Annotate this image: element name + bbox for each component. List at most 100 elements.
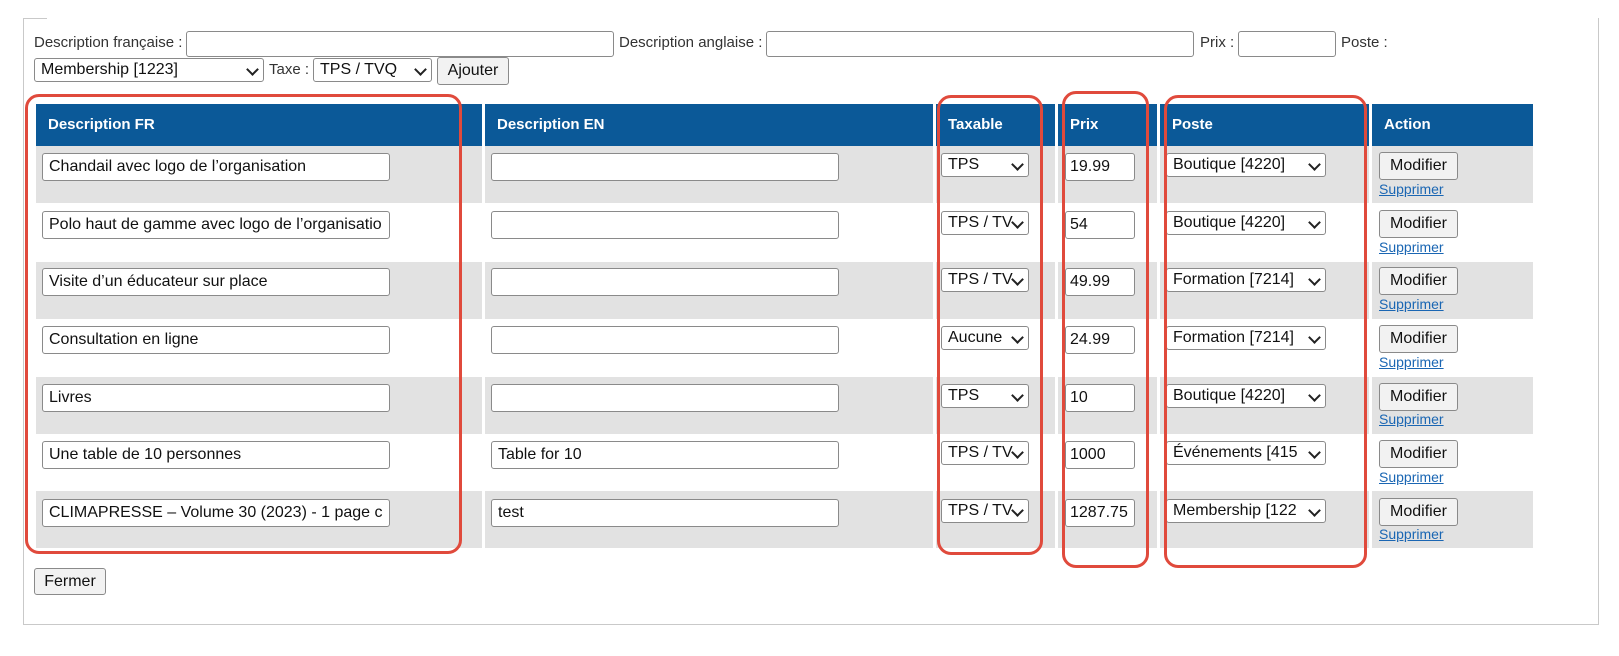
row-poste-value: Boutique [4220] (1173, 387, 1286, 404)
row-taxable-value: TPS / TV (948, 271, 1013, 288)
chevron-down-icon (1308, 273, 1321, 286)
row-poste-select[interactable]: Boutique [4220] (1166, 153, 1326, 177)
modify-button[interactable]: Modifier (1379, 152, 1458, 180)
column-divider (933, 104, 936, 548)
prix-input[interactable] (1238, 31, 1336, 57)
row-desc-fr-input[interactable] (42, 499, 390, 527)
row-desc-fr-input[interactable] (42, 384, 390, 412)
row-poste-select[interactable]: Formation [7214] (1166, 268, 1326, 292)
chevron-down-icon (1308, 331, 1321, 344)
row-desc-fr-input[interactable] (42, 211, 390, 239)
desc-en-label: Description anglaise : (619, 34, 763, 51)
chevron-down-icon (1011, 446, 1024, 459)
chevron-down-icon (1011, 158, 1024, 171)
row-poste-value: Boutique [4220] (1173, 214, 1286, 231)
delete-link[interactable]: Supprimer (1379, 469, 1444, 485)
header-taxable: Taxable (948, 116, 1003, 133)
prix-label: Prix : (1200, 34, 1235, 51)
desc-en-input[interactable] (766, 31, 1194, 57)
poste-label: Poste : (1341, 34, 1388, 51)
desc-fr-label: Description française : (34, 34, 183, 51)
delete-link[interactable]: Supprimer (1379, 239, 1444, 255)
column-divider (482, 104, 485, 548)
row-taxable-select[interactable]: TPS (941, 384, 1029, 408)
row-taxable-value: TPS (948, 387, 980, 404)
row-poste-value: Boutique [4220] (1173, 156, 1286, 173)
poste-select-value: Membership [1223] (41, 61, 178, 78)
row-desc-fr-input[interactable] (42, 326, 390, 354)
chevron-down-icon (1308, 216, 1321, 229)
row-poste-select[interactable]: Boutique [4220] (1166, 384, 1326, 408)
row-taxable-value: TPS / TV (948, 214, 1013, 231)
chevron-down-icon (1308, 446, 1321, 459)
header-poste: Poste (1172, 116, 1213, 133)
row-desc-en-input[interactable] (491, 326, 839, 354)
delete-link[interactable]: Supprimer (1379, 296, 1444, 312)
row-prix-input[interactable] (1065, 384, 1135, 412)
header-desc-en: Description EN (497, 116, 605, 133)
row-taxable-select[interactable]: TPS / TV (941, 499, 1029, 523)
chevron-down-icon (246, 63, 259, 76)
column-divider (1369, 104, 1372, 548)
row-taxable-value: TPS / TV (948, 502, 1013, 519)
modify-button[interactable]: Modifier (1379, 440, 1458, 468)
row-desc-en-input[interactable] (491, 211, 839, 239)
chevron-down-icon (1011, 273, 1024, 286)
chevron-down-icon (1011, 504, 1024, 517)
close-button[interactable]: Fermer (34, 568, 106, 595)
chevron-down-icon (414, 63, 427, 76)
poste-select[interactable]: Membership [1223] (34, 58, 264, 82)
column-divider (1157, 104, 1160, 548)
row-taxable-select[interactable]: Aucune (941, 326, 1029, 350)
row-poste-select[interactable]: Événements [415 (1166, 441, 1326, 465)
chevron-down-icon (1011, 389, 1024, 402)
row-poste-value: Formation [7214] (1173, 271, 1294, 288)
modify-button[interactable]: Modifier (1379, 210, 1458, 238)
modify-button[interactable]: Modifier (1379, 325, 1458, 353)
taxe-label: Taxe : (269, 61, 310, 78)
chevron-down-icon (1308, 158, 1321, 171)
header-action: Action (1384, 116, 1431, 133)
row-desc-en-input[interactable] (491, 153, 839, 181)
modify-button[interactable]: Modifier (1379, 267, 1458, 295)
row-desc-fr-input[interactable] (42, 441, 390, 469)
modify-button[interactable]: Modifier (1379, 498, 1458, 526)
row-prix-input[interactable] (1065, 268, 1135, 296)
row-desc-en-input[interactable] (491, 268, 839, 296)
row-poste-value: Formation [7214] (1173, 329, 1294, 346)
chevron-down-icon (1011, 331, 1024, 344)
row-poste-select[interactable]: Boutique [4220] (1166, 211, 1326, 235)
row-poste-select[interactable]: Formation [7214] (1166, 326, 1326, 350)
desc-fr-input[interactable] (186, 31, 614, 57)
taxe-select[interactable]: TPS / TVQ (313, 58, 432, 82)
taxe-select-value: TPS / TVQ (320, 61, 398, 78)
row-prix-input[interactable] (1065, 499, 1135, 527)
chevron-down-icon (1308, 389, 1321, 402)
row-desc-en-input[interactable] (491, 499, 839, 527)
delete-link[interactable]: Supprimer (1379, 181, 1444, 197)
row-taxable-value: TPS / TV (948, 444, 1013, 461)
row-taxable-select[interactable]: TPS / TV (941, 268, 1029, 292)
row-prix-input[interactable] (1065, 153, 1135, 181)
delete-link[interactable]: Supprimer (1379, 354, 1444, 370)
delete-link[interactable]: Supprimer (1379, 411, 1444, 427)
add-button[interactable]: Ajouter (437, 57, 509, 85)
row-desc-en-input[interactable] (491, 441, 839, 469)
chevron-down-icon (1308, 504, 1321, 517)
row-desc-en-input[interactable] (491, 384, 839, 412)
row-taxable-value: TPS (948, 156, 980, 173)
row-desc-fr-input[interactable] (42, 153, 390, 181)
row-poste-select[interactable]: Membership [122 (1166, 499, 1326, 523)
row-taxable-select[interactable]: TPS (941, 153, 1029, 177)
delete-link[interactable]: Supprimer (1379, 526, 1444, 542)
modify-button[interactable]: Modifier (1379, 383, 1458, 411)
header-desc-fr: Description FR (48, 116, 155, 133)
row-desc-fr-input[interactable] (42, 268, 390, 296)
row-prix-input[interactable] (1065, 211, 1135, 239)
row-poste-value: Membership [122 (1173, 502, 1297, 519)
row-prix-input[interactable] (1065, 326, 1135, 354)
row-taxable-select[interactable]: TPS / TV (941, 211, 1029, 235)
header-prix: Prix (1070, 116, 1099, 133)
row-taxable-select[interactable]: TPS / TV (941, 441, 1029, 465)
row-prix-input[interactable] (1065, 441, 1135, 469)
